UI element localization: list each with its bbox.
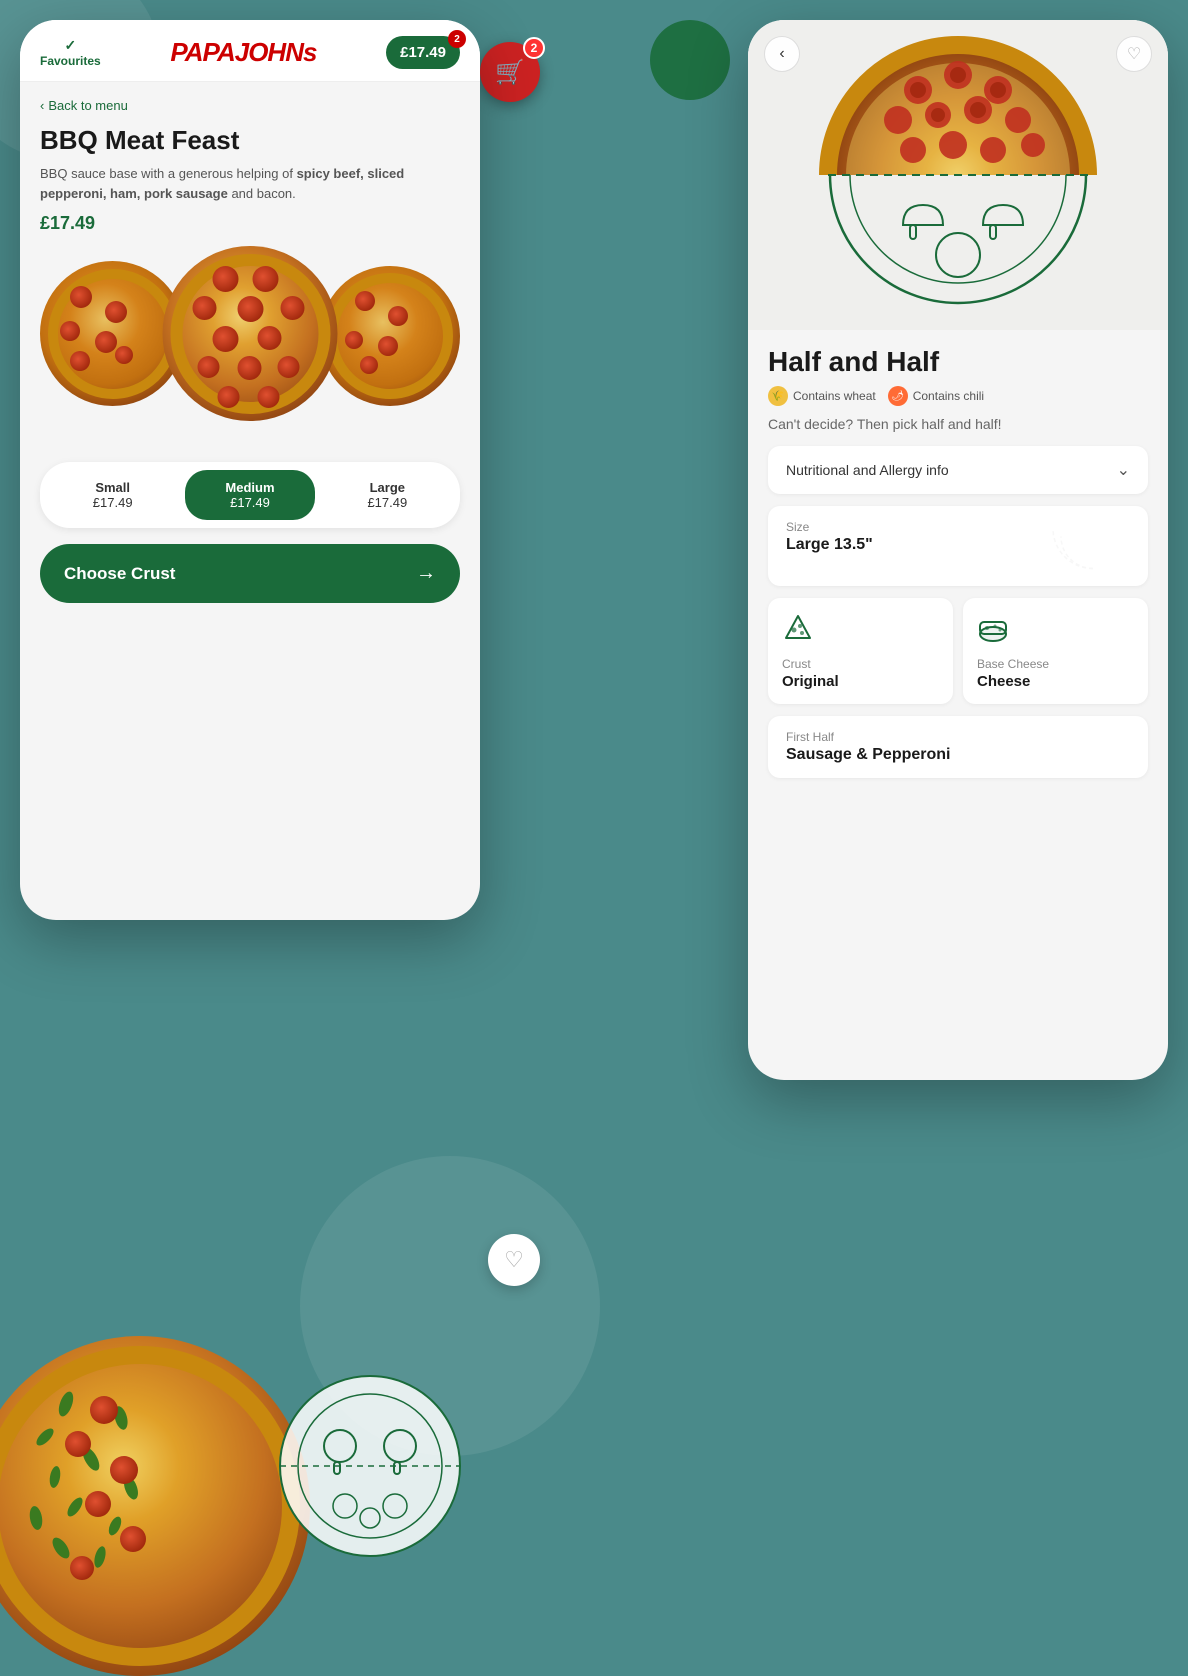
size-small-price: £17.49 bbox=[56, 495, 169, 510]
crust-icon bbox=[782, 612, 939, 651]
base-cheese-option-card[interactable]: Base Cheese Cheese bbox=[963, 598, 1148, 704]
pizza-image-right bbox=[320, 266, 460, 406]
nav-heart-button[interactable]: ♡ bbox=[1116, 36, 1152, 72]
cart-price: £17.49 bbox=[400, 44, 446, 61]
first-half-value: Sausage & Pepperoni bbox=[786, 746, 1130, 764]
left-phone-body: ‹ Back to menu BBQ Meat Feast BBQ sauce … bbox=[20, 82, 480, 619]
pizza-desc-plain: BBQ sauce base with a generous helping o… bbox=[40, 166, 297, 181]
size-medium-price: £17.49 bbox=[193, 495, 306, 510]
pizza-price: £17.49 bbox=[40, 213, 460, 234]
half-half-pizza-illustration bbox=[788, 30, 1128, 320]
heart-outline-icon: ♡ bbox=[504, 1247, 524, 1273]
pizza-image-center bbox=[163, 246, 338, 421]
decorative-green-circle bbox=[650, 20, 730, 100]
right-phone-body: Half and Half 🌾 Contains wheat 🌶 Contain… bbox=[748, 330, 1168, 806]
size-large-name: Large bbox=[331, 480, 444, 495]
crust-label: Crust bbox=[782, 657, 939, 671]
floating-heart-button[interactable]: ♡ bbox=[488, 1234, 540, 1286]
cart-icon: 🛒 bbox=[495, 58, 525, 87]
floating-cart-container: 🛒 2 bbox=[480, 42, 540, 102]
back-to-menu-label: Back to menu bbox=[48, 98, 128, 113]
choose-crust-label: Choose Crust bbox=[64, 564, 175, 584]
size-option-large[interactable]: Large £17.49 bbox=[323, 470, 452, 520]
nutritional-allergy-label: Nutritional and Allergy info bbox=[786, 462, 949, 478]
papajohns-logo: PAPAJOHNs bbox=[170, 37, 316, 68]
size-card[interactable]: Size Large 13.5" bbox=[768, 506, 1148, 586]
base-cheese-icon bbox=[977, 612, 1134, 651]
nutritional-allergy-accordion[interactable]: Nutritional and Allergy info ⌄ bbox=[768, 446, 1148, 494]
back-chevron-icon: ‹ bbox=[40, 98, 44, 113]
options-row: Crust Original Base Cheese bbox=[768, 598, 1148, 704]
first-half-card[interactable]: First Half Sausage & Pepperoni bbox=[768, 716, 1148, 778]
pizza-display-area: ‹ ♡ bbox=[748, 20, 1168, 330]
favourites-label: Favourites bbox=[40, 54, 101, 68]
left-phone-header: ✓ Favourites PAPAJOHNs £17.49 2 bbox=[20, 20, 480, 82]
size-option-small[interactable]: Small £17.49 bbox=[48, 470, 177, 520]
bottom-pizza-image bbox=[0, 1336, 310, 1676]
crust-value: Original bbox=[782, 673, 939, 690]
wheat-icon: 🌾 bbox=[768, 386, 788, 406]
pizza-subtitle: Can't decide? Then pick half and half! bbox=[768, 416, 1148, 432]
pizza-outline-diagram bbox=[270, 1366, 470, 1566]
crust-option-card[interactable]: Crust Original bbox=[768, 598, 953, 704]
size-selector: Small £17.49 Medium £17.49 Large £17.49 bbox=[40, 462, 460, 528]
floating-cart-button[interactable]: 🛒 2 bbox=[480, 42, 540, 102]
heart-icon: ♡ bbox=[1127, 44, 1141, 64]
cart-count-badge: 2 bbox=[523, 37, 545, 59]
choose-crust-button[interactable]: Choose Crust → bbox=[40, 544, 460, 603]
nav-back-button[interactable]: ‹ bbox=[764, 36, 800, 72]
pizza-description: BBQ sauce base with a generous helping o… bbox=[40, 164, 460, 203]
size-small-name: Small bbox=[56, 480, 169, 495]
left-phone: ✓ Favourites PAPAJOHNs £17.49 2 ‹ Back t… bbox=[20, 20, 480, 920]
allergen-row: 🌾 Contains wheat 🌶 Contains chili bbox=[768, 386, 1148, 406]
allergen-wheat-badge: 🌾 Contains wheat bbox=[768, 386, 876, 406]
size-medium-name: Medium bbox=[193, 480, 306, 495]
pizza-name: BBQ Meat Feast bbox=[40, 125, 460, 156]
arrow-right-icon: → bbox=[416, 562, 436, 585]
back-to-menu-link[interactable]: ‹ Back to menu bbox=[40, 98, 460, 113]
bottom-pizza-area bbox=[0, 1276, 460, 1656]
cart-price-badge[interactable]: £17.49 2 bbox=[386, 36, 460, 69]
allergen-wheat-label: Contains wheat bbox=[793, 389, 876, 403]
pizza-images-row bbox=[40, 246, 460, 446]
pizza-name-right: Half and Half bbox=[768, 346, 1148, 378]
allergen-chili-badge: 🌶 Contains chili bbox=[888, 386, 984, 406]
check-icon: ✓ bbox=[64, 37, 76, 54]
favourites-button[interactable]: ✓ Favourites bbox=[40, 37, 101, 68]
chevron-down-icon: ⌄ bbox=[1117, 460, 1130, 480]
size-illustration bbox=[1048, 514, 1138, 579]
first-half-label: First Half bbox=[786, 730, 1130, 744]
pizza-desc-end: and bacon. bbox=[228, 186, 296, 201]
right-phone: ‹ ♡ bbox=[748, 20, 1168, 1080]
base-cheese-label: Base Cheese bbox=[977, 657, 1134, 671]
allergen-chili-label: Contains chili bbox=[913, 389, 984, 403]
chili-icon: 🌶 bbox=[888, 386, 908, 406]
size-large-price: £17.49 bbox=[331, 495, 444, 510]
cart-item-count: 2 bbox=[448, 30, 466, 48]
back-arrow-icon: ‹ bbox=[779, 45, 784, 63]
base-cheese-value: Cheese bbox=[977, 673, 1134, 690]
size-option-medium[interactable]: Medium £17.49 bbox=[185, 470, 314, 520]
